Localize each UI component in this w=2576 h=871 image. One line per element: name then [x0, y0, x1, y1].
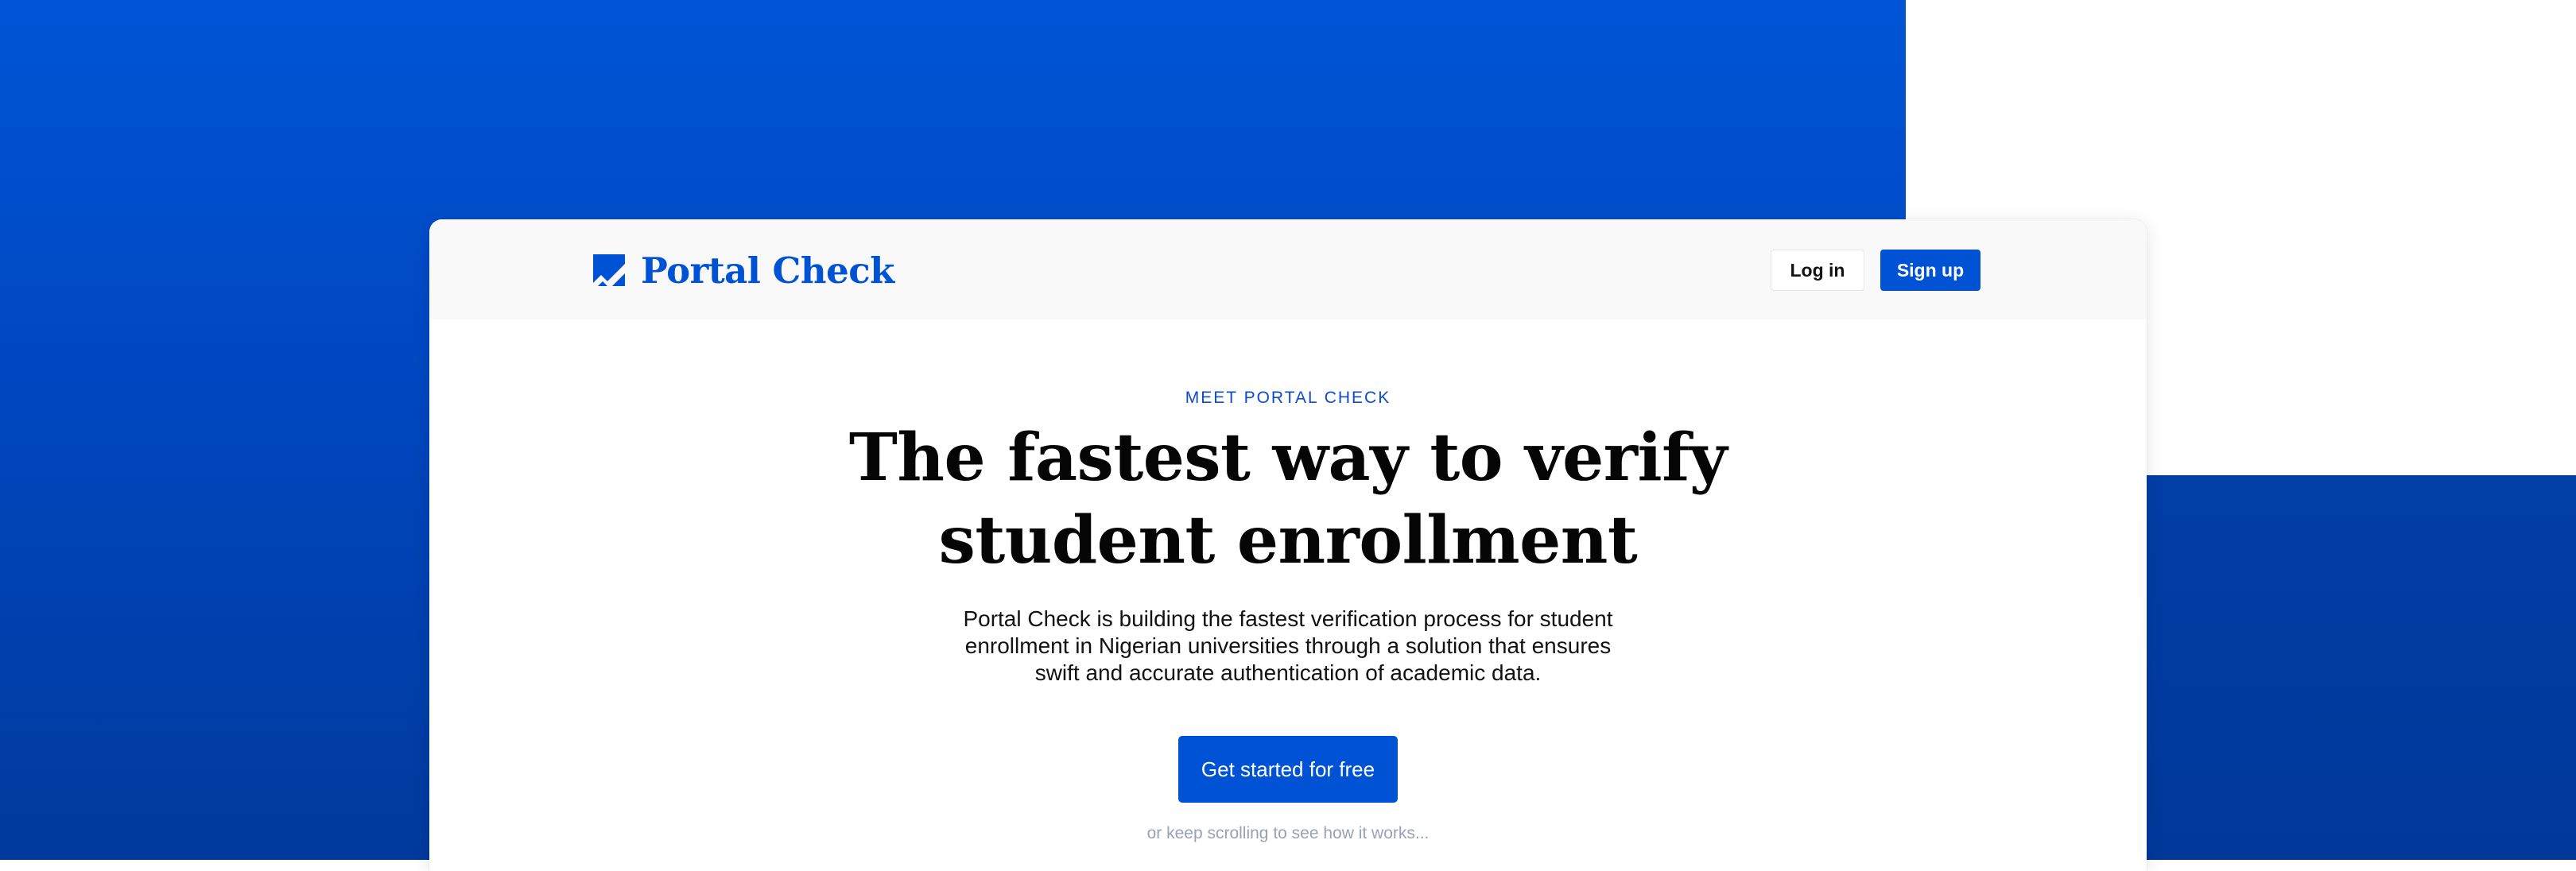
hero-headline-line1: The fastest way to verify: [848, 420, 1728, 496]
hero-description: Portal Check is building the fastest ver…: [963, 606, 1613, 685]
navbar: Portal Check Log in Sign up: [429, 219, 2147, 319]
page-card: Portal Check Log in Sign up MEET PORTAL …: [429, 219, 2147, 871]
hero-headline-line2: student enrollment: [938, 502, 1638, 579]
get-started-button[interactable]: Get started for free: [1178, 736, 1398, 803]
scroll-hint: or keep scrolling to see how it works...: [1146, 824, 1430, 842]
hero-section: MEET PORTAL CHECK The fastest way to ver…: [429, 319, 2147, 844]
brand-name: Portal Check: [641, 249, 894, 292]
login-button[interactable]: Log in: [1771, 250, 1864, 291]
signup-button[interactable]: Sign up: [1880, 250, 1980, 291]
brand-link[interactable]: Portal Check: [593, 246, 894, 294]
hero-headline: The fastest way to verify student enroll…: [811, 416, 1765, 582]
hero-eyebrow: MEET PORTAL CHECK: [1185, 389, 1391, 407]
checkbox-check-icon: [593, 254, 625, 286]
